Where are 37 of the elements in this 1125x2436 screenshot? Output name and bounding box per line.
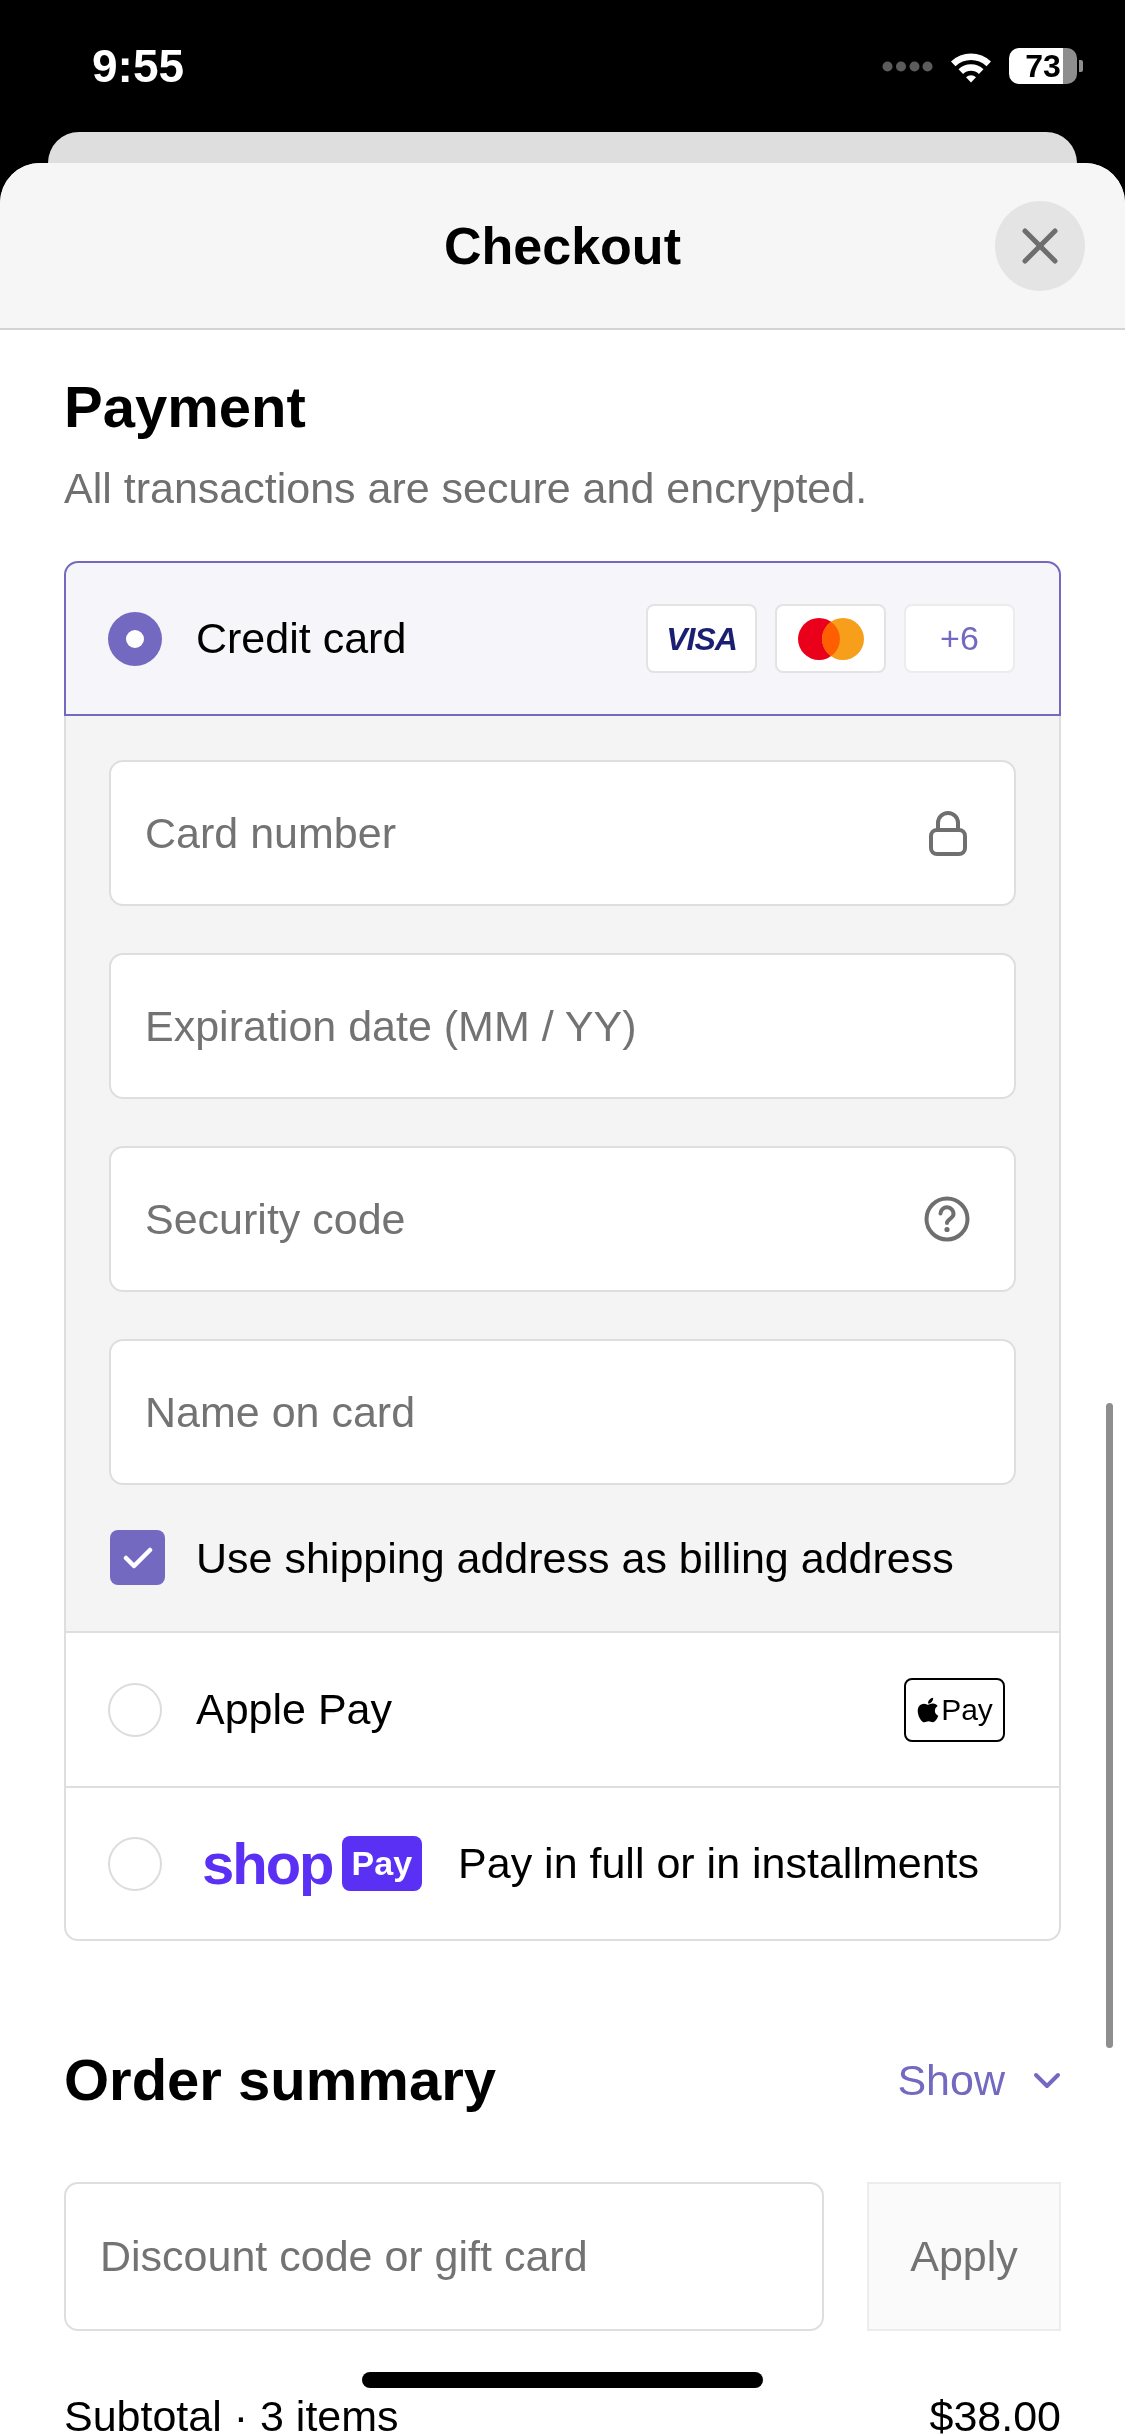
pay-mark-text: Pay: [941, 1693, 993, 1726]
section-subtitle: All transactions are secure and encrypted.: [64, 463, 869, 513]
battery-tip-icon: [1079, 60, 1083, 72]
battery-indicator: 73: [1009, 48, 1077, 84]
pay-logo-badge: Pay: [341, 1836, 423, 1891]
checkmark-icon: [122, 1545, 153, 1570]
more-cards-badge: +6: [904, 604, 1015, 673]
input-field[interactable]: Card number: [109, 760, 1016, 906]
payment-option-row[interactable]: shop Pay Pay in full or in installments: [64, 1786, 1061, 1941]
status-time: 9:55: [92, 38, 185, 94]
section-title: Payment: [64, 375, 307, 439]
radio-button[interactable]: [108, 1836, 162, 1891]
checkbox[interactable]: [110, 1530, 165, 1585]
radio-button[interactable]: [108, 611, 162, 666]
section-title: Order summary: [64, 2048, 496, 2113]
apple-icon: [916, 1695, 941, 1724]
help-icon[interactable]: [924, 1196, 970, 1242]
subtotal-label: Subtotal · 3 items: [64, 2394, 399, 2436]
payment-option-row[interactable]: Apple Pay Pay: [64, 1631, 1061, 1786]
checkbox-label: Use shipping address as billing address: [196, 1532, 954, 1583]
subtotal-value: $38.00: [929, 2394, 1061, 2436]
input-field[interactable]: Expiration date (MM / YY): [109, 953, 1016, 1099]
shop-wordmark: shop: [202, 1833, 333, 1894]
close-icon: [1022, 227, 1058, 264]
mastercard-icon: [775, 604, 886, 673]
show-toggle[interactable]: Show: [897, 2048, 1061, 2113]
signal-icon: [882, 60, 933, 72]
payment-option-label: Credit card: [196, 613, 407, 665]
sheet-title: Checkout: [444, 215, 681, 277]
payment-option-label: Apple Pay: [196, 1684, 393, 1736]
radio-button[interactable]: [108, 1682, 162, 1737]
payment-option-row[interactable]: Credit card VISA +6: [64, 561, 1061, 716]
input-field[interactable]: Name on card: [109, 1339, 1016, 1485]
lock-icon: [928, 810, 968, 856]
payment-option-label: Pay in full or in installments: [458, 1838, 980, 1890]
visa-badge: VISA: [646, 604, 757, 673]
input-field[interactable]: Security code: [109, 1146, 1016, 1292]
